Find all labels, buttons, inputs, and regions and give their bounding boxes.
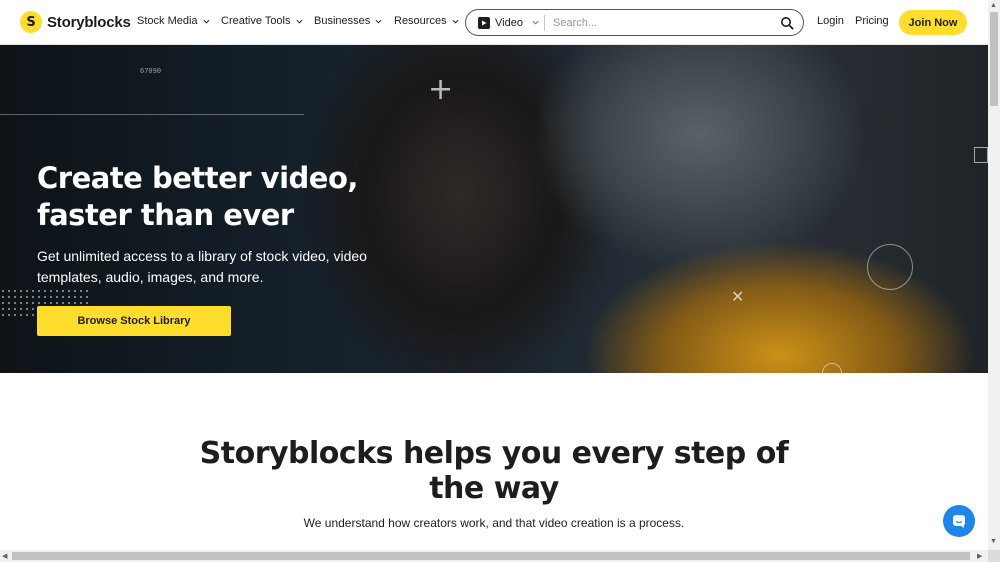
chevron-down-icon: [203, 19, 210, 24]
video-play-icon: [478, 16, 490, 29]
logo-text: Storyblocks: [47, 13, 131, 31]
scroll-left-arrow-icon[interactable]: ◀: [2, 552, 7, 560]
hero-code-text: 67090: [140, 67, 162, 75]
vertical-scrollbar[interactable]: ▲ ▼: [988, 0, 1000, 550]
media-type-select[interactable]: Video: [466, 10, 544, 35]
search-bar: Video: [465, 9, 804, 36]
section-title: Storyblocks helps you every step of the …: [199, 436, 789, 506]
storyblocks-logo[interactable]: S Storyblocks: [20, 11, 131, 33]
hero-subtitle: Get unlimited access to a library of sto…: [37, 248, 367, 285]
chevron-down-icon: [296, 19, 302, 24]
horizontal-scrollbar[interactable]: ◀ ▶: [0, 550, 988, 562]
nav-item-label: Businesses: [314, 15, 371, 27]
scrollbar-corner: [988, 550, 1000, 562]
chevron-down-icon: [532, 20, 539, 25]
nav-item-stock-media[interactable]: Stock Media: [137, 15, 210, 27]
nav-item-label: Creative Tools: [221, 15, 291, 27]
join-now-button[interactable]: Join Now: [899, 10, 967, 35]
nav-item-creative-tools[interactable]: Creative Tools: [221, 15, 303, 27]
square-decoration: [974, 147, 988, 163]
search-icon[interactable]: [780, 16, 794, 30]
small-circle-decoration: [822, 363, 842, 373]
chat-icon: [953, 515, 965, 528]
nav-item-businesses[interactable]: Businesses: [314, 15, 382, 27]
pricing-link[interactable]: Pricing: [855, 15, 889, 27]
media-type-label: Video: [495, 16, 523, 29]
chevron-down-icon: [375, 19, 382, 24]
login-link[interactable]: Login: [817, 15, 844, 27]
search-input[interactable]: [553, 16, 773, 29]
scroll-down-arrow-icon[interactable]: ▼: [990, 538, 997, 545]
scroll-right-arrow-icon[interactable]: ▶: [977, 552, 982, 560]
top-nav-bar: S Storyblocks Stock Media Creative Tools…: [0, 0, 988, 45]
nav-item-resources[interactable]: Resources: [394, 15, 459, 27]
horizontal-scroll-thumb[interactable]: [12, 552, 970, 560]
search-divider: [544, 14, 545, 31]
browse-stock-library-button[interactable]: Browse Stock Library: [37, 306, 231, 336]
close-mark-icon: ✕: [731, 287, 745, 306]
decorative-line: [0, 114, 304, 115]
scroll-up-arrow-icon[interactable]: ▲: [990, 2, 997, 9]
section-subtitle: We understand how creators work, and tha…: [303, 516, 685, 530]
chevron-down-icon: [452, 19, 459, 24]
logo-mark-icon: S: [20, 11, 42, 33]
vertical-scroll-thumb[interactable]: [990, 12, 998, 106]
nav-item-label: Stock Media: [137, 15, 198, 27]
nav-item-label: Resources: [394, 15, 447, 27]
chat-button[interactable]: [943, 505, 975, 537]
hero-title: Create better video, faster than ever: [37, 161, 358, 232]
circle-decoration: [867, 244, 913, 290]
plus-icon: +: [428, 72, 454, 107]
